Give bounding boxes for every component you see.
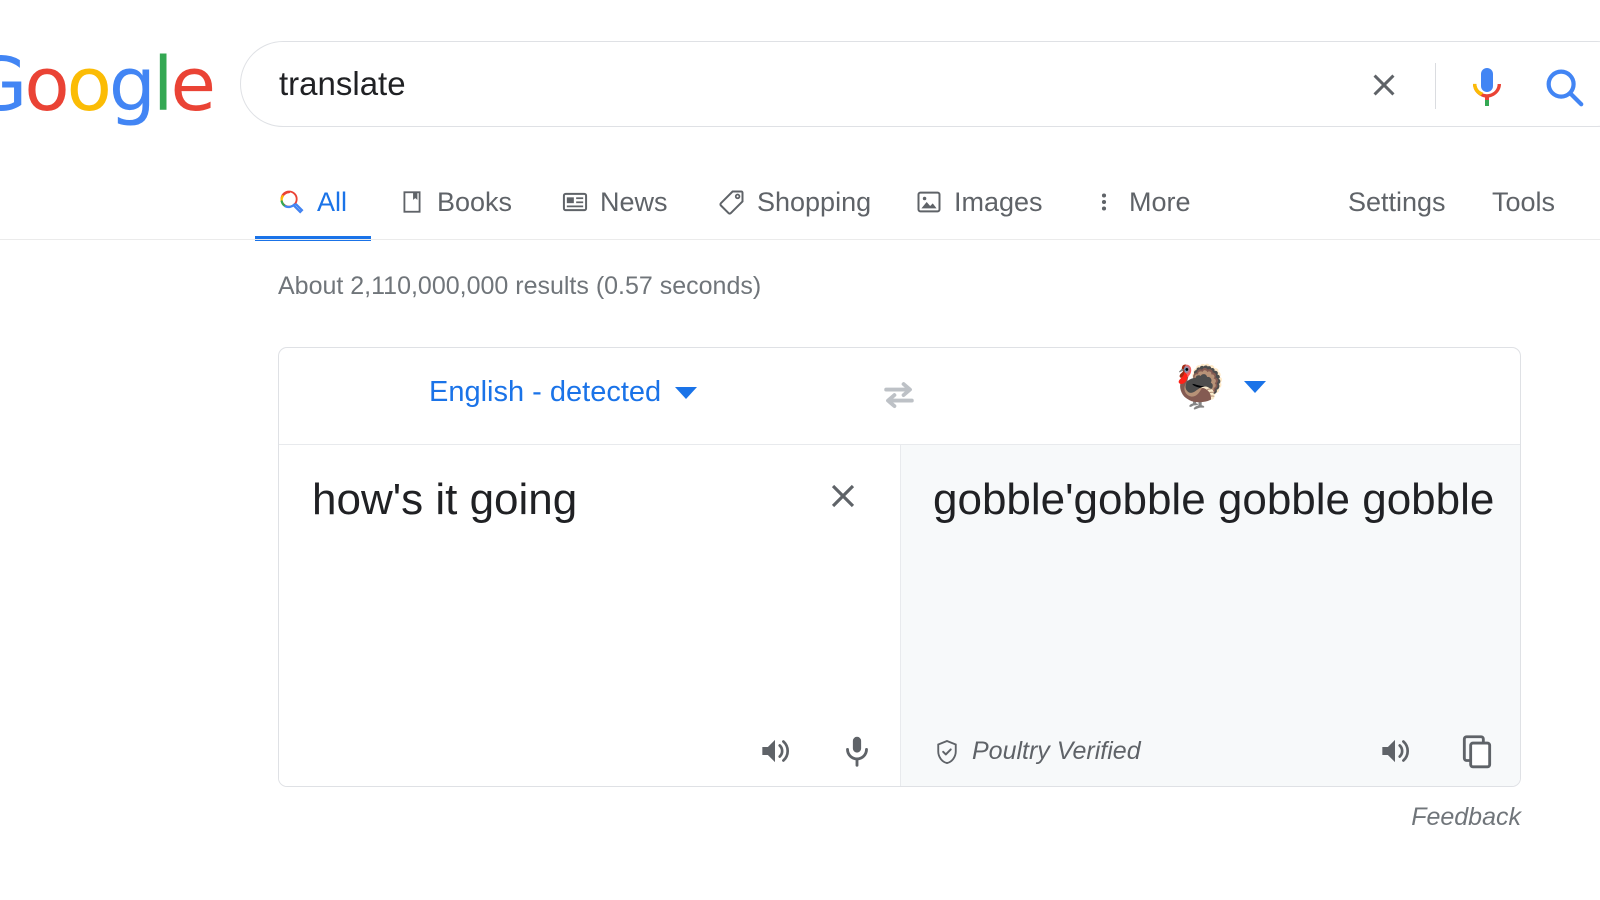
logo-letter-l: l [152, 42, 173, 128]
logo-letter-g1: G [0, 42, 27, 128]
target-language-selector[interactable]: 🦃 [1174, 362, 1267, 411]
shield-check-icon [937, 739, 957, 764]
tab-books[interactable]: Books [398, 179, 512, 225]
copy-translation-button[interactable] [1456, 730, 1498, 772]
tab-news[interactable]: News [561, 179, 668, 225]
voice-search-button[interactable] [1463, 62, 1511, 110]
logo-letter-o2: o [66, 42, 112, 128]
swap-languages-button[interactable] [877, 374, 921, 418]
speaker-icon [762, 739, 790, 763]
clear-source-button[interactable] [824, 477, 862, 515]
nav-bottom-border [0, 239, 1600, 240]
tab-label: More [1129, 186, 1191, 217]
microphone-icon [846, 736, 868, 767]
verified-label: Poultry Verified [972, 737, 1141, 765]
search-submit-button[interactable] [1541, 64, 1587, 110]
target-listen-button[interactable] [1374, 730, 1416, 772]
tab-label: All [317, 186, 348, 217]
logo-letter-e: e [170, 42, 215, 128]
search-nav-bar: All Books News Shopping Images More Sett… [0, 165, 1600, 241]
close-icon [831, 484, 855, 508]
speaker-icon [1382, 739, 1410, 763]
turkey-emoji-icon: 🦃 [1174, 362, 1227, 411]
translate-card: English - detected 🦃 how's it going gobb… [278, 347, 1521, 787]
search-bar [240, 41, 1600, 127]
microphone-icon [1473, 68, 1501, 106]
search-input[interactable] [279, 42, 1329, 126]
search-divider [1435, 63, 1436, 109]
google-logo[interactable]: Google [0, 48, 216, 122]
logo-letter-g2: g [108, 42, 156, 128]
news-icon [561, 188, 589, 216]
settings-label: Settings [1348, 186, 1446, 217]
tab-label: Images [954, 186, 1043, 217]
source-voice-input-button[interactable] [836, 730, 878, 772]
settings-button[interactable]: Settings [1348, 179, 1446, 225]
chevron-down-icon [675, 386, 698, 399]
book-icon [398, 188, 426, 216]
source-listen-button[interactable] [754, 730, 796, 772]
tools-label: Tools [1492, 186, 1556, 217]
close-icon [1373, 74, 1395, 96]
target-panel-tools [1374, 730, 1498, 772]
more-vert-icon [1090, 188, 1118, 216]
feedback-link[interactable]: Feedback [1411, 803, 1521, 832]
source-panel-tools [754, 730, 878, 772]
tab-more[interactable]: More [1090, 179, 1191, 225]
target-panel: gobble'gobble gobble gobble Poultry Veri… [901, 445, 1520, 786]
swap-horizontal-icon [884, 382, 914, 409]
source-language-selector[interactable]: English - detected [429, 376, 698, 409]
verified-badge: Poultry Verified [933, 737, 1141, 766]
tab-label: Shopping [757, 186, 872, 217]
language-selector-row: English - detected 🦃 [279, 348, 1520, 445]
image-icon [915, 188, 943, 216]
tab-images[interactable]: Images [915, 179, 1043, 225]
tag-icon [718, 188, 746, 216]
tab-label: News [600, 186, 668, 217]
search-icon [278, 188, 306, 216]
search-icon [1546, 69, 1584, 107]
logo-letter-o1: o [24, 42, 69, 128]
translated-text: gobble'gobble gobble gobble [933, 475, 1495, 524]
chevron-down-icon [1244, 381, 1267, 393]
result-stats: About 2,110,000,000 results (0.57 second… [278, 272, 762, 300]
source-language-label: English - detected [429, 376, 662, 408]
tab-label: Books [437, 186, 513, 217]
tab-shopping[interactable]: Shopping [718, 179, 871, 225]
copy-icon [1462, 735, 1492, 769]
tab-all[interactable]: All [278, 179, 347, 225]
tools-button[interactable]: Tools [1492, 179, 1555, 225]
google-search-results-page: Google [0, 0, 1600, 900]
source-text[interactable]: how's it going [312, 472, 792, 527]
clear-search-button[interactable] [1366, 67, 1402, 103]
translate-panels: how's it going gobble'gobble gobble gobb… [279, 445, 1520, 786]
source-panel: how's it going [279, 445, 901, 786]
